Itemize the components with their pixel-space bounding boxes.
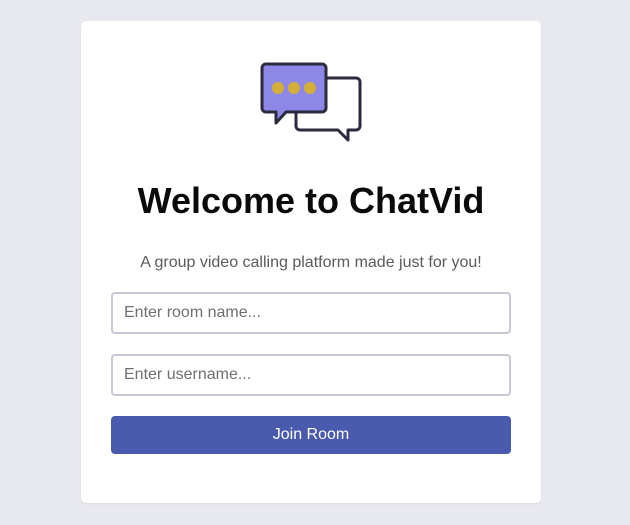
username-input[interactable]: [111, 354, 511, 396]
page-title: Welcome to ChatVid: [137, 180, 485, 221]
dot-3: [304, 82, 316, 94]
room-name-input[interactable]: [111, 292, 511, 334]
join-room-button[interactable]: Join Room: [111, 416, 511, 454]
page-subtitle: A group video calling platform made just…: [140, 254, 482, 271]
dot-2: [288, 82, 300, 94]
dot-1: [272, 82, 284, 94]
chat-bubbles-icon: [260, 62, 362, 142]
join-card: Welcome to ChatVid A group video calling…: [81, 21, 541, 503]
